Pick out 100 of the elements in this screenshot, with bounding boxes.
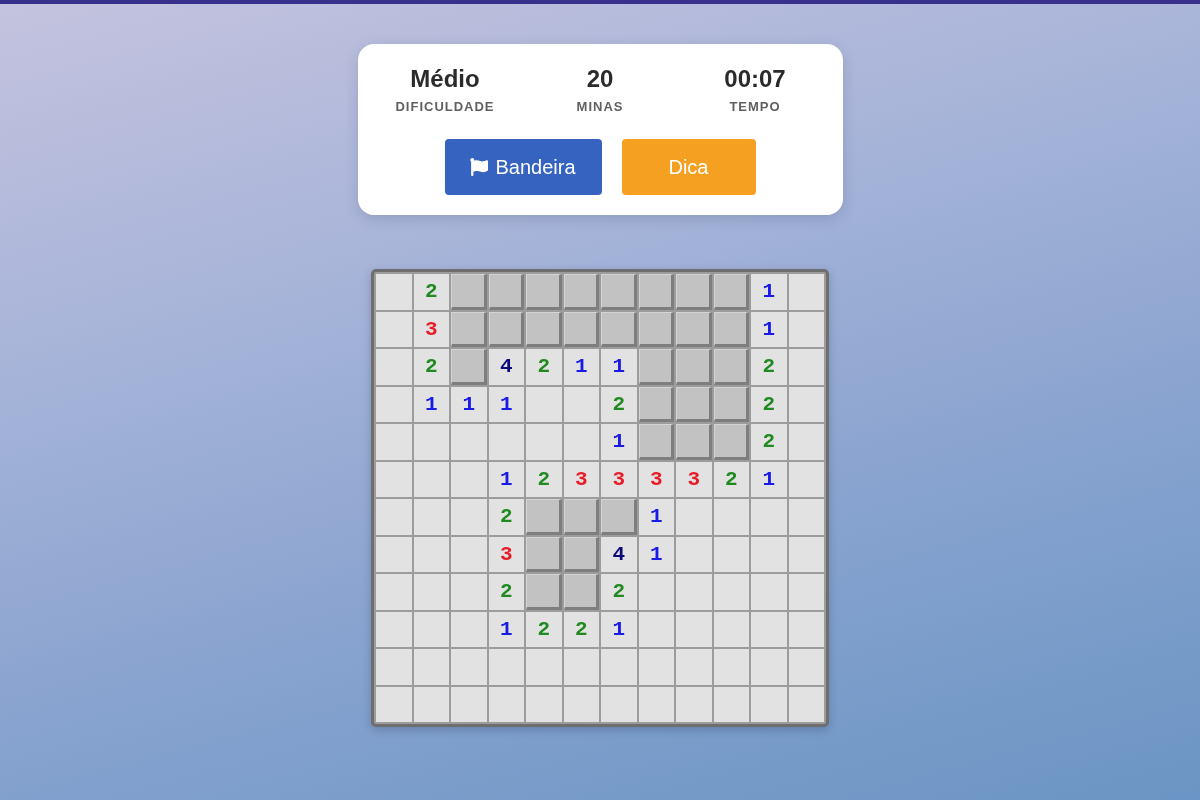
revealed-cell[interactable] bbox=[638, 649, 674, 685]
hidden-cell[interactable] bbox=[713, 424, 749, 460]
revealed-cell[interactable] bbox=[451, 574, 487, 610]
hidden-cell[interactable] bbox=[676, 274, 712, 310]
revealed-cell[interactable] bbox=[413, 574, 449, 610]
number-cell[interactable]: 1 bbox=[638, 536, 674, 572]
hidden-cell[interactable] bbox=[638, 311, 674, 347]
revealed-cell[interactable] bbox=[788, 424, 824, 460]
revealed-cell[interactable] bbox=[526, 649, 562, 685]
revealed-cell[interactable] bbox=[451, 536, 487, 572]
hidden-cell[interactable] bbox=[451, 311, 487, 347]
revealed-cell[interactable] bbox=[676, 574, 712, 610]
number-cell[interactable]: 1 bbox=[563, 349, 599, 385]
revealed-cell[interactable] bbox=[413, 461, 449, 497]
number-cell[interactable]: 4 bbox=[488, 349, 524, 385]
hidden-cell[interactable] bbox=[526, 274, 562, 310]
hidden-cell[interactable] bbox=[563, 274, 599, 310]
revealed-cell[interactable] bbox=[601, 686, 637, 722]
number-cell[interactable]: 2 bbox=[526, 611, 562, 647]
revealed-cell[interactable] bbox=[713, 574, 749, 610]
revealed-cell[interactable] bbox=[751, 649, 787, 685]
number-cell[interactable]: 2 bbox=[526, 461, 562, 497]
number-cell[interactable]: 1 bbox=[413, 386, 449, 422]
revealed-cell[interactable] bbox=[526, 424, 562, 460]
number-cell[interactable]: 2 bbox=[526, 349, 562, 385]
number-cell[interactable]: 2 bbox=[751, 424, 787, 460]
revealed-cell[interactable] bbox=[676, 499, 712, 535]
flag-button[interactable]: Bandeira bbox=[444, 139, 602, 195]
revealed-cell[interactable] bbox=[788, 274, 824, 310]
revealed-cell[interactable] bbox=[413, 536, 449, 572]
number-cell[interactable]: 1 bbox=[488, 461, 524, 497]
revealed-cell[interactable] bbox=[751, 574, 787, 610]
revealed-cell[interactable] bbox=[376, 424, 412, 460]
revealed-cell[interactable] bbox=[526, 686, 562, 722]
number-cell[interactable]: 1 bbox=[751, 461, 787, 497]
revealed-cell[interactable] bbox=[788, 536, 824, 572]
hidden-cell[interactable] bbox=[713, 386, 749, 422]
number-cell[interactable]: 4 bbox=[601, 536, 637, 572]
revealed-cell[interactable] bbox=[788, 461, 824, 497]
number-cell[interactable]: 2 bbox=[713, 461, 749, 497]
revealed-cell[interactable] bbox=[451, 686, 487, 722]
hidden-cell[interactable] bbox=[526, 574, 562, 610]
revealed-cell[interactable] bbox=[526, 386, 562, 422]
revealed-cell[interactable] bbox=[676, 536, 712, 572]
hidden-cell[interactable] bbox=[601, 274, 637, 310]
hidden-cell[interactable] bbox=[563, 499, 599, 535]
revealed-cell[interactable] bbox=[376, 649, 412, 685]
number-cell[interactable]: 2 bbox=[601, 386, 637, 422]
hidden-cell[interactable] bbox=[563, 574, 599, 610]
hidden-cell[interactable] bbox=[451, 349, 487, 385]
hidden-cell[interactable] bbox=[676, 349, 712, 385]
revealed-cell[interactable] bbox=[563, 649, 599, 685]
revealed-cell[interactable] bbox=[676, 611, 712, 647]
revealed-cell[interactable] bbox=[788, 574, 824, 610]
revealed-cell[interactable] bbox=[451, 424, 487, 460]
revealed-cell[interactable] bbox=[376, 349, 412, 385]
number-cell[interactable]: 1 bbox=[601, 424, 637, 460]
number-cell[interactable]: 2 bbox=[413, 349, 449, 385]
hidden-cell[interactable] bbox=[713, 274, 749, 310]
hint-button[interactable]: Dica bbox=[621, 139, 756, 195]
hidden-cell[interactable] bbox=[638, 386, 674, 422]
number-cell[interactable]: 2 bbox=[413, 274, 449, 310]
number-cell[interactable]: 2 bbox=[751, 349, 787, 385]
revealed-cell[interactable] bbox=[751, 611, 787, 647]
revealed-cell[interactable] bbox=[713, 499, 749, 535]
hidden-cell[interactable] bbox=[713, 311, 749, 347]
revealed-cell[interactable] bbox=[488, 686, 524, 722]
revealed-cell[interactable] bbox=[788, 649, 824, 685]
revealed-cell[interactable] bbox=[451, 499, 487, 535]
revealed-cell[interactable] bbox=[638, 611, 674, 647]
hidden-cell[interactable] bbox=[601, 499, 637, 535]
hidden-cell[interactable] bbox=[713, 349, 749, 385]
number-cell[interactable]: 2 bbox=[563, 611, 599, 647]
hidden-cell[interactable] bbox=[488, 311, 524, 347]
revealed-cell[interactable] bbox=[713, 649, 749, 685]
number-cell[interactable]: 1 bbox=[638, 499, 674, 535]
revealed-cell[interactable] bbox=[563, 386, 599, 422]
revealed-cell[interactable] bbox=[451, 649, 487, 685]
revealed-cell[interactable] bbox=[413, 649, 449, 685]
revealed-cell[interactable] bbox=[376, 274, 412, 310]
hidden-cell[interactable] bbox=[526, 311, 562, 347]
number-cell[interactable]: 3 bbox=[601, 461, 637, 497]
revealed-cell[interactable] bbox=[376, 311, 412, 347]
number-cell[interactable]: 3 bbox=[563, 461, 599, 497]
revealed-cell[interactable] bbox=[751, 536, 787, 572]
revealed-cell[interactable] bbox=[788, 349, 824, 385]
revealed-cell[interactable] bbox=[713, 686, 749, 722]
revealed-cell[interactable] bbox=[488, 424, 524, 460]
hidden-cell[interactable] bbox=[638, 349, 674, 385]
number-cell[interactable]: 3 bbox=[488, 536, 524, 572]
number-cell[interactable]: 3 bbox=[413, 311, 449, 347]
revealed-cell[interactable] bbox=[413, 424, 449, 460]
number-cell[interactable]: 1 bbox=[601, 611, 637, 647]
revealed-cell[interactable] bbox=[676, 649, 712, 685]
revealed-cell[interactable] bbox=[488, 649, 524, 685]
number-cell[interactable]: 1 bbox=[488, 611, 524, 647]
number-cell[interactable]: 3 bbox=[676, 461, 712, 497]
revealed-cell[interactable] bbox=[376, 499, 412, 535]
number-cell[interactable]: 1 bbox=[751, 311, 787, 347]
hidden-cell[interactable] bbox=[601, 311, 637, 347]
